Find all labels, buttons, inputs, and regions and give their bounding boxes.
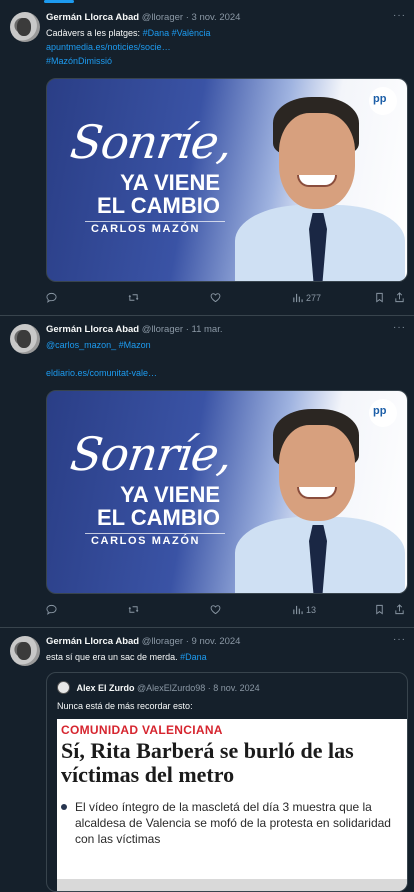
slogan-script: Sonríe,: [67, 427, 236, 481]
views-icon: [293, 605, 303, 615]
tweet-date[interactable]: 9 nov. 2024: [192, 636, 241, 647]
article-link[interactable]: eldiario.es/comunitat-vale…: [46, 367, 157, 381]
tweet-text: esta sí que era un sac de merda. #Dana: [46, 652, 207, 662]
slogan-script: Sonríe,: [67, 115, 236, 169]
quoted-handle: @AlexElZurdo98: [137, 683, 206, 693]
tweet-header: Germán Llorca Abad @llorager · 9 nov. 20…: [46, 636, 241, 647]
more-options-icon[interactable]: ···: [393, 10, 406, 21]
like-button[interactable]: [210, 292, 221, 303]
share-icon: [395, 604, 404, 615]
reply-button[interactable]: [46, 292, 57, 303]
reply-icon: [46, 292, 57, 303]
views-button[interactable]: 277: [292, 292, 321, 303]
share-icon: [395, 292, 404, 303]
tweet-actions: 13: [46, 604, 408, 618]
campaign-image[interactable]: Sonríe, YA VIENE EL CAMBIO CARLOS MAZÓN p…: [46, 390, 408, 594]
quoted-text: Nunca está de más recordar esto:: [57, 701, 193, 711]
article-headline: Sí, Rita Barberá se burló de las víctima…: [61, 738, 354, 787]
tweet-1[interactable]: Germán Llorca Abad @llorager · 3 nov. 20…: [0, 4, 414, 316]
hashtag[interactable]: #MazónDimissió: [46, 55, 112, 69]
candidate-photo: [235, 95, 405, 281]
avatar[interactable]: [10, 324, 40, 354]
retweet-icon: [128, 294, 139, 301]
views-count: 13: [306, 604, 317, 615]
candidate-photo: [235, 407, 405, 593]
reply-button[interactable]: [46, 604, 57, 615]
article-screenshot: COMUNIDAD VALENCIANA Sí, Rita Barberá se…: [57, 719, 407, 891]
avatar[interactable]: [10, 12, 40, 42]
campaign-image[interactable]: Sonríe, YA VIENE EL CAMBIO CARLOS MAZÓN p…: [46, 78, 408, 282]
hashtag[interactable]: #Dana: [180, 652, 207, 662]
views-icon: [293, 293, 303, 303]
author-handle[interactable]: @llorager: [142, 12, 183, 23]
bullet-icon: [61, 801, 73, 813]
bookmark-button[interactable]: [374, 604, 385, 615]
tweet-2[interactable]: Germán Llorca Abad @llorager · 11 mar. ·…: [0, 316, 414, 628]
tweet-3[interactable]: Germán Llorca Abad @llorager · 9 nov. 20…: [0, 628, 414, 892]
slogan: YA VIENE EL CAMBIO: [96, 170, 220, 218]
share-button[interactable]: [394, 292, 405, 303]
article-summary: El vídeo íntegro de la mascletá del día …: [75, 800, 391, 846]
like-button[interactable]: [210, 604, 221, 615]
quoted-date: 8 nov. 2024: [213, 683, 260, 693]
hashtags[interactable]: #Dana #València: [143, 28, 211, 38]
quoted-avatar: [57, 681, 70, 694]
bookmark-icon: [376, 292, 383, 303]
views-count: 277: [306, 292, 322, 303]
bookmark-button[interactable]: [374, 292, 385, 303]
party-logo: pp: [369, 87, 397, 115]
author-name[interactable]: Germán Llorca Abad: [46, 324, 139, 335]
candidate-name: CARLOS MAZÓN: [91, 535, 201, 547]
article-link[interactable]: apuntmedia.es/noticies/socie…: [46, 41, 171, 55]
retweet-icon: [128, 606, 139, 613]
heart-icon: [210, 605, 221, 615]
retweet-button[interactable]: [128, 604, 139, 615]
heart-icon: [210, 293, 221, 303]
quoted-tweet[interactable]: Alex El Zurdo @AlexElZurdo98 · 8 nov. 20…: [46, 672, 408, 892]
share-button[interactable]: [394, 604, 405, 615]
author-name[interactable]: Germán Llorca Abad: [46, 12, 139, 23]
article-image-placeholder: [57, 879, 407, 891]
author-handle[interactable]: @llorager: [142, 324, 183, 335]
views-button[interactable]: 13: [292, 604, 316, 615]
slogan: YA VIENE EL CAMBIO: [96, 482, 220, 530]
candidate-name: CARLOS MAZÓN: [91, 223, 201, 235]
author-handle[interactable]: @llorager: [142, 636, 183, 647]
tweet-text: Cadàvers a les platges: #Dana #València: [46, 28, 211, 38]
quoted-header: Alex El Zurdo @AlexElZurdo98 · 8 nov. 20…: [57, 681, 260, 694]
more-options-icon[interactable]: ···: [393, 322, 406, 333]
article-kicker: COMUNIDAD VALENCIANA: [61, 723, 223, 737]
avatar[interactable]: [10, 636, 40, 666]
tweet-date[interactable]: 3 nov. 2024: [192, 12, 241, 23]
party-logo: pp: [369, 399, 397, 427]
author-name[interactable]: Germán Llorca Abad: [46, 636, 139, 647]
tweet-date[interactable]: 11 mar.: [192, 324, 223, 335]
more-options-icon[interactable]: ···: [393, 634, 406, 645]
reply-icon: [46, 604, 57, 615]
mentions[interactable]: @carlos_mazon_ #Mazon: [46, 339, 151, 353]
tweet-actions: 277: [46, 292, 408, 306]
tweet-header: Germán Llorca Abad @llorager · 11 mar.: [46, 324, 223, 335]
bookmark-icon: [376, 604, 383, 615]
retweet-button[interactable]: [128, 292, 139, 303]
tweet-header: Germán Llorca Abad @llorager · 3 nov. 20…: [46, 12, 241, 23]
quoted-author: Alex El Zurdo: [76, 683, 135, 693]
